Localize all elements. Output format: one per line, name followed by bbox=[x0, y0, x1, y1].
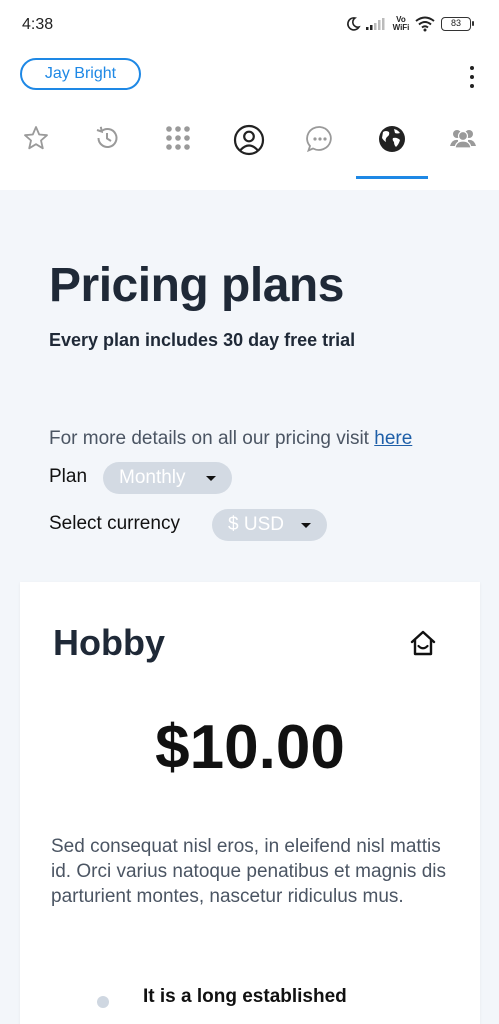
more-options-icon[interactable] bbox=[462, 66, 482, 88]
pricing-section: Pricing plans Every plan includes 30 day… bbox=[0, 190, 499, 1024]
pricing-details-text: For more details on all our pricing visi… bbox=[49, 428, 412, 450]
tab-world[interactable] bbox=[356, 112, 428, 172]
currency-label: Select currency bbox=[49, 513, 180, 534]
tab-account[interactable] bbox=[213, 112, 285, 172]
user-name-chip[interactable]: Jay Bright bbox=[20, 58, 141, 90]
plan-select[interactable]: Monthly bbox=[103, 462, 232, 494]
currency-select-value: $ USD bbox=[228, 514, 284, 535]
signal-strength-icon bbox=[366, 18, 385, 30]
wifi-icon bbox=[415, 16, 435, 32]
tab-groups[interactable] bbox=[427, 112, 499, 172]
status-icons: Vo WiFi 83 bbox=[345, 12, 474, 36]
group-icon bbox=[450, 130, 476, 149]
battery-icon: 83 bbox=[441, 17, 474, 31]
pricing-details-link[interactable]: here bbox=[374, 428, 412, 449]
apps-grid-icon bbox=[166, 126, 190, 150]
status-time: 4:38 bbox=[22, 16, 54, 33]
tab-apps[interactable] bbox=[142, 112, 214, 172]
feature-bullet-icon bbox=[97, 996, 109, 1008]
status-bar: 4:38 Vo WiFi 83 bbox=[0, 0, 499, 50]
plan-label: Plan bbox=[49, 466, 88, 487]
page-subtitle: Every plan includes 30 day free trial bbox=[49, 330, 356, 350]
account-circle-icon bbox=[233, 124, 265, 156]
star-icon bbox=[24, 126, 48, 150]
plan-card: Hobby $10.00 Sed consequat nisl eros, in… bbox=[20, 582, 480, 1024]
history-icon bbox=[96, 126, 118, 148]
chat-bubble-icon bbox=[306, 126, 332, 153]
page-title: Pricing plans bbox=[49, 259, 344, 312]
tab-messages[interactable] bbox=[284, 112, 356, 172]
plan-price: $10.00 bbox=[155, 713, 345, 782]
feature-item: It is a long established bbox=[143, 986, 347, 1007]
currency-select[interactable]: $ USD bbox=[212, 509, 327, 541]
globe-icon bbox=[379, 126, 405, 152]
caret-down-icon bbox=[301, 523, 311, 528]
home-icon bbox=[410, 630, 436, 656]
tab-favorites[interactable] bbox=[0, 112, 72, 172]
pricing-details-label: For more details on all our pricing visi… bbox=[49, 428, 375, 449]
do-not-disturb-moon-icon bbox=[347, 17, 361, 31]
plan-select-value: Monthly bbox=[119, 467, 186, 488]
plan-name: Hobby bbox=[53, 622, 165, 663]
tab-bar bbox=[0, 112, 499, 190]
selected-tab-indicator bbox=[356, 176, 428, 179]
tab-history[interactable] bbox=[71, 112, 143, 172]
vowifi-label: Vo WiFi bbox=[392, 15, 410, 32]
plan-description: Sed consequat nisl eros, in eleifend nis… bbox=[51, 836, 446, 907]
caret-down-icon bbox=[206, 476, 216, 481]
